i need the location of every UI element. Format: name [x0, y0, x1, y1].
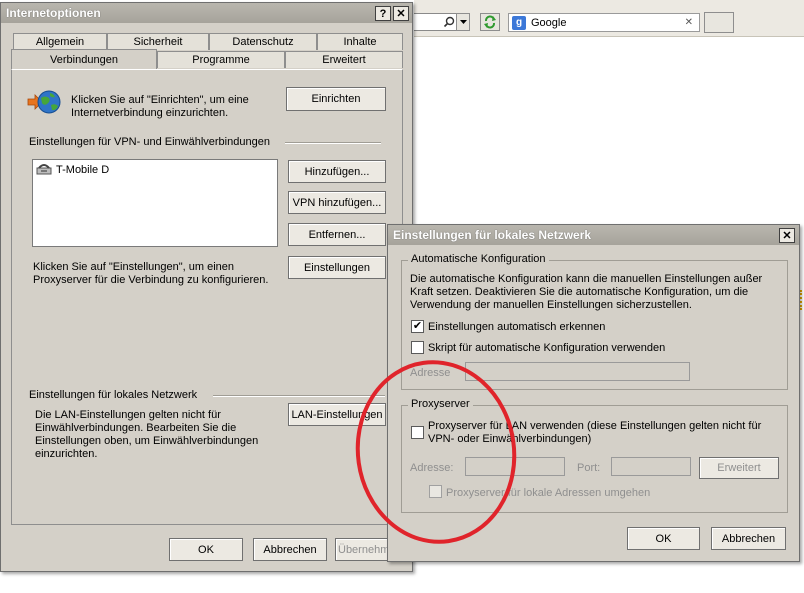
connection-name: T-Mobile D — [56, 164, 110, 176]
cancel-button[interactable]: Abbrechen — [253, 538, 327, 561]
settings-button[interactable]: Einstellungen — [288, 256, 386, 279]
script-checkbox[interactable] — [411, 341, 424, 354]
setup-description: Klicken Sie auf "Einrichten", um eine In… — [71, 94, 249, 119]
tab-programme[interactable]: Programme — [157, 51, 285, 68]
tab-label: Datenschutz — [232, 36, 294, 48]
cancel-button[interactable]: Abbrechen — [711, 527, 786, 550]
tab-label: Sicherheit — [133, 36, 183, 48]
remove-button[interactable]: Entfernen... — [288, 223, 386, 246]
refresh-icon[interactable] — [480, 13, 500, 31]
vpn-section-label: Einstellungen für VPN- und Einwählverbin… — [29, 136, 270, 148]
lan-description: Die LAN-Einstellungen gelten nicht für E… — [35, 409, 259, 460]
proxy-port-input[interactable] — [611, 457, 691, 476]
search-tab[interactable]: g Google ✕ — [508, 13, 700, 32]
divider — [213, 395, 385, 397]
close-button[interactable]: ✕ — [779, 228, 795, 243]
bypass-local-label: Proxyserver für lokale Adressen umgehen — [446, 487, 651, 499]
group-title: Automatische Konfiguration — [408, 253, 549, 265]
ok-button[interactable]: OK — [169, 538, 243, 561]
tab-verbindungen[interactable]: Verbindungen — [11, 49, 157, 69]
auto-detect-checkbox[interactable]: ✔ — [411, 320, 424, 333]
modem-phone-icon — [36, 162, 52, 178]
tab-sicherheit[interactable]: Sicherheit — [107, 33, 209, 50]
divider — [285, 142, 381, 144]
setup-button[interactable]: Einrichten — [286, 87, 386, 111]
page-fragment — [800, 290, 804, 310]
address-dropdown-button[interactable] — [456, 13, 470, 31]
advanced-button[interactable]: Erweitert — [699, 457, 779, 479]
window-title: Internetoptionen — [6, 6, 101, 20]
close-button[interactable]: ✕ — [393, 6, 409, 21]
tab-erweitert[interactable]: Erweitert — [285, 51, 403, 68]
tab-label: Programme — [192, 54, 250, 66]
tab-label: Inhalte — [343, 36, 377, 48]
lan-dialog-titlebar: Einstellungen für lokales Netzwerk — [388, 225, 799, 245]
bypass-local-checkbox[interactable] — [429, 485, 442, 498]
proxy-description: Klicken Sie auf "Einstellungen", um eine… — [33, 261, 269, 286]
tab-datenschutz[interactable]: Datenschutz — [209, 33, 317, 50]
lan-settings-button[interactable]: LAN-Einstellungen — [288, 403, 386, 426]
ok-button[interactable]: OK — [627, 527, 700, 550]
globe-arrow-icon — [27, 89, 61, 118]
tab-label: Erweitert — [322, 54, 366, 66]
proxy-port-label: Port: — [577, 462, 601, 474]
lan-settings-dialog: Einstellungen für lokales Netzwerk ✕ Aut… — [387, 224, 800, 562]
search-tab-label: Google — [531, 16, 567, 29]
close-tab-icon[interactable]: ✕ — [685, 17, 693, 28]
tab-label: Verbindungen — [50, 53, 118, 66]
tab-inhalte[interactable]: Inhalte — [317, 33, 403, 50]
proxy-address-label: Adresse: — [410, 462, 454, 474]
group-title: Proxyserver — [408, 398, 473, 410]
proxy-address-input[interactable] — [465, 457, 565, 476]
tab-label: Allgemein — [35, 36, 85, 48]
add-vpn-button[interactable]: VPN hinzufügen... — [288, 191, 386, 214]
script-label: Skript für automatische Konfiguration ve… — [428, 342, 666, 354]
auto-config-description: Die automatische Konfiguration kann die … — [410, 273, 763, 311]
add-button[interactable]: Hinzufügen... — [288, 160, 386, 183]
internet-options-window: Internetoptionen ? ✕ Allgemein Sicherhei… — [0, 2, 413, 572]
new-tab-button[interactable] — [704, 12, 734, 33]
script-address-input[interactable] — [465, 362, 690, 381]
list-item[interactable]: T-Mobile D — [36, 162, 109, 178]
dialog-title: Einstellungen für lokales Netzwerk — [393, 228, 592, 242]
connections-list[interactable]: T-Mobile D — [32, 159, 278, 247]
use-proxy-checkbox[interactable] — [411, 426, 424, 439]
auto-detect-label: Einstellungen automatisch erkennen — [428, 321, 606, 333]
browser-toolbar: g Google ✕ — [414, 0, 804, 37]
tab-allgemein[interactable]: Allgemein — [13, 33, 107, 50]
internet-options-titlebar: Internetoptionen — [1, 3, 412, 23]
use-proxy-label: Proxyserver für LAN verwenden (diese Ein… — [428, 420, 762, 445]
script-address-label: Adresse — [410, 367, 451, 379]
google-logo-icon: g — [512, 15, 526, 30]
lan-section-label: Einstellungen für lokales Netzwerk — [29, 389, 198, 401]
help-button[interactable]: ? — [375, 6, 391, 21]
